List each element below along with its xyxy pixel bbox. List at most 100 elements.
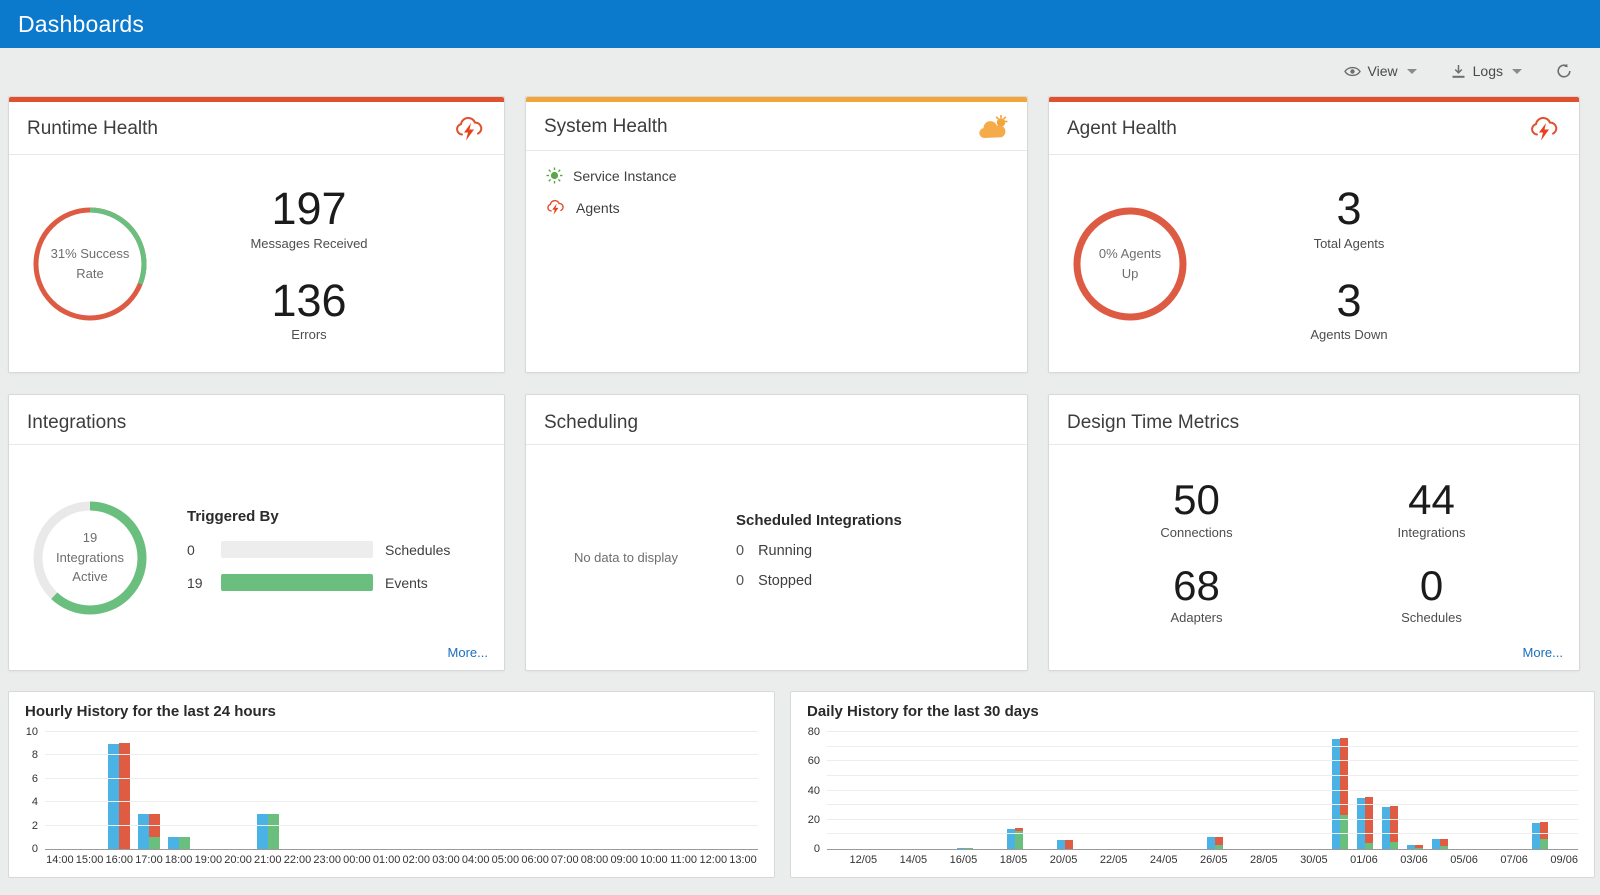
succeeded-segment	[1440, 846, 1449, 849]
storm-cloud-icon	[546, 198, 566, 217]
bar-group	[1303, 732, 1328, 849]
bar-group	[1253, 732, 1278, 849]
agents-up-label: 0% Agents Up	[1098, 246, 1162, 281]
gridline	[45, 777, 758, 779]
integrations-more-link[interactable]: More...	[448, 645, 488, 660]
refresh-button[interactable]	[1556, 63, 1572, 79]
bar-group	[1077, 732, 1102, 849]
x-axis-tick: 18/05	[999, 854, 1028, 866]
runtime-health-card: Runtime Health 31% Success Rate 197 Mess…	[8, 96, 505, 373]
partly-sunny-icon	[977, 114, 1009, 140]
succeeded-segment	[178, 837, 190, 849]
bar-group	[164, 732, 194, 849]
y-axis-tick: 2	[31, 819, 38, 832]
bar-group	[104, 732, 134, 849]
bar-group	[491, 732, 521, 849]
events-trigger-label: Events	[385, 574, 428, 591]
x-axis-tick: 14:00	[46, 854, 74, 866]
storm-cloud-icon	[454, 114, 486, 144]
scheduling-title: Scheduling	[544, 412, 639, 433]
design-time-metrics-title: Design Time Metrics	[1067, 412, 1240, 433]
x-axis-tick: 00:00	[343, 854, 371, 866]
agent-health-card: Agent Health 0% Agents Up 3 Total Agents…	[1048, 96, 1580, 373]
outcome-bar	[964, 847, 973, 849]
succeeded-segment	[1390, 841, 1399, 849]
outcome-bar	[267, 813, 279, 849]
gridline	[45, 731, 758, 732]
bar-group	[75, 732, 105, 849]
view-button[interactable]: View	[1343, 63, 1417, 79]
view-label: View	[1367, 63, 1398, 79]
received-bar	[1006, 828, 1015, 849]
gridline	[45, 801, 758, 803]
x-axis-tick: 09:00	[610, 854, 638, 866]
stopped-label: Stopped	[758, 573, 813, 589]
outcome-bar	[1390, 806, 1399, 849]
bar-group	[1027, 732, 1052, 849]
succeeded-segment	[1415, 847, 1424, 849]
bar-group	[134, 732, 164, 849]
x-axis-tick: 09/06	[1550, 854, 1578, 866]
x-axis-tick	[1428, 854, 1451, 866]
x-axis-tick	[1027, 854, 1050, 866]
received-bar	[1206, 837, 1215, 849]
y-axis-tick: 20	[807, 813, 820, 826]
integrations-metric: 44 Integrations	[1397, 476, 1466, 540]
bar-group	[1503, 732, 1528, 849]
bar-group	[1002, 732, 1027, 849]
received-bar	[108, 743, 120, 849]
design-time-more-link[interactable]: More...	[1523, 645, 1563, 660]
bar-group	[253, 732, 283, 849]
logs-button[interactable]: Logs	[1451, 63, 1522, 79]
integrations-title: Integrations	[27, 412, 127, 433]
agents-label: Agents	[576, 199, 620, 216]
x-axis-tick	[1328, 854, 1351, 866]
service-instance-row: Service Instance	[546, 167, 677, 184]
x-axis-tick: 22:00	[283, 854, 312, 866]
x-axis-tick	[1228, 854, 1251, 866]
success-rate-ring: 31% Success Rate	[31, 205, 149, 323]
outcome-bar	[1365, 797, 1374, 849]
bar-group	[1453, 732, 1478, 849]
x-axis-tick	[1177, 854, 1200, 866]
integrations-active-label: 19 Integrations Active	[56, 530, 124, 585]
x-axis-tick: 06:00	[521, 854, 549, 866]
x-axis-tick: 01:00	[372, 854, 401, 866]
logs-label: Logs	[1472, 63, 1503, 79]
x-axis-tick	[1478, 854, 1501, 866]
triggered-by-heading: Triggered By	[187, 508, 279, 525]
x-axis-tick: 05/06	[1450, 854, 1478, 866]
messages-received-metric: 197 Messages Received	[250, 183, 368, 251]
eye-icon	[1343, 65, 1361, 78]
received-bar	[1056, 840, 1065, 849]
succeeded-segment	[1214, 844, 1223, 849]
errors-segment	[1214, 837, 1223, 845]
gridline	[827, 818, 1578, 820]
received-bar	[1432, 838, 1441, 849]
x-axis-tick: 07/06	[1500, 854, 1528, 866]
agents-up-ring: 0% Agents Up	[1071, 205, 1189, 323]
bar-group	[902, 732, 927, 849]
bar-group	[1202, 732, 1227, 849]
outcome-bar	[1014, 828, 1023, 849]
x-axis-tick: 14/05	[899, 854, 928, 866]
outcome-bar	[148, 813, 160, 849]
bar-group	[1378, 732, 1403, 849]
system-health-card: System Health Service Instance Agents	[525, 96, 1028, 373]
x-axis-tick: 20/05	[1049, 854, 1078, 866]
gridline	[45, 824, 758, 826]
received-bar	[1382, 806, 1391, 849]
bar-group	[1177, 732, 1202, 849]
bar-group	[401, 732, 431, 849]
x-axis-tick	[1278, 854, 1301, 866]
y-axis-tick: 8	[31, 749, 38, 762]
schedules-bar	[221, 541, 373, 558]
received-bar	[956, 847, 965, 849]
bar-group	[877, 732, 902, 849]
bar-group	[1353, 732, 1378, 849]
dashboard-cards: Runtime Health 31% Success Rate 197 Mess…	[0, 94, 1600, 671]
x-axis-tick: 16/05	[949, 854, 978, 866]
gridline	[827, 745, 1578, 747]
x-axis-tick	[1528, 854, 1551, 866]
x-axis-tick: 12:00	[699, 854, 728, 866]
